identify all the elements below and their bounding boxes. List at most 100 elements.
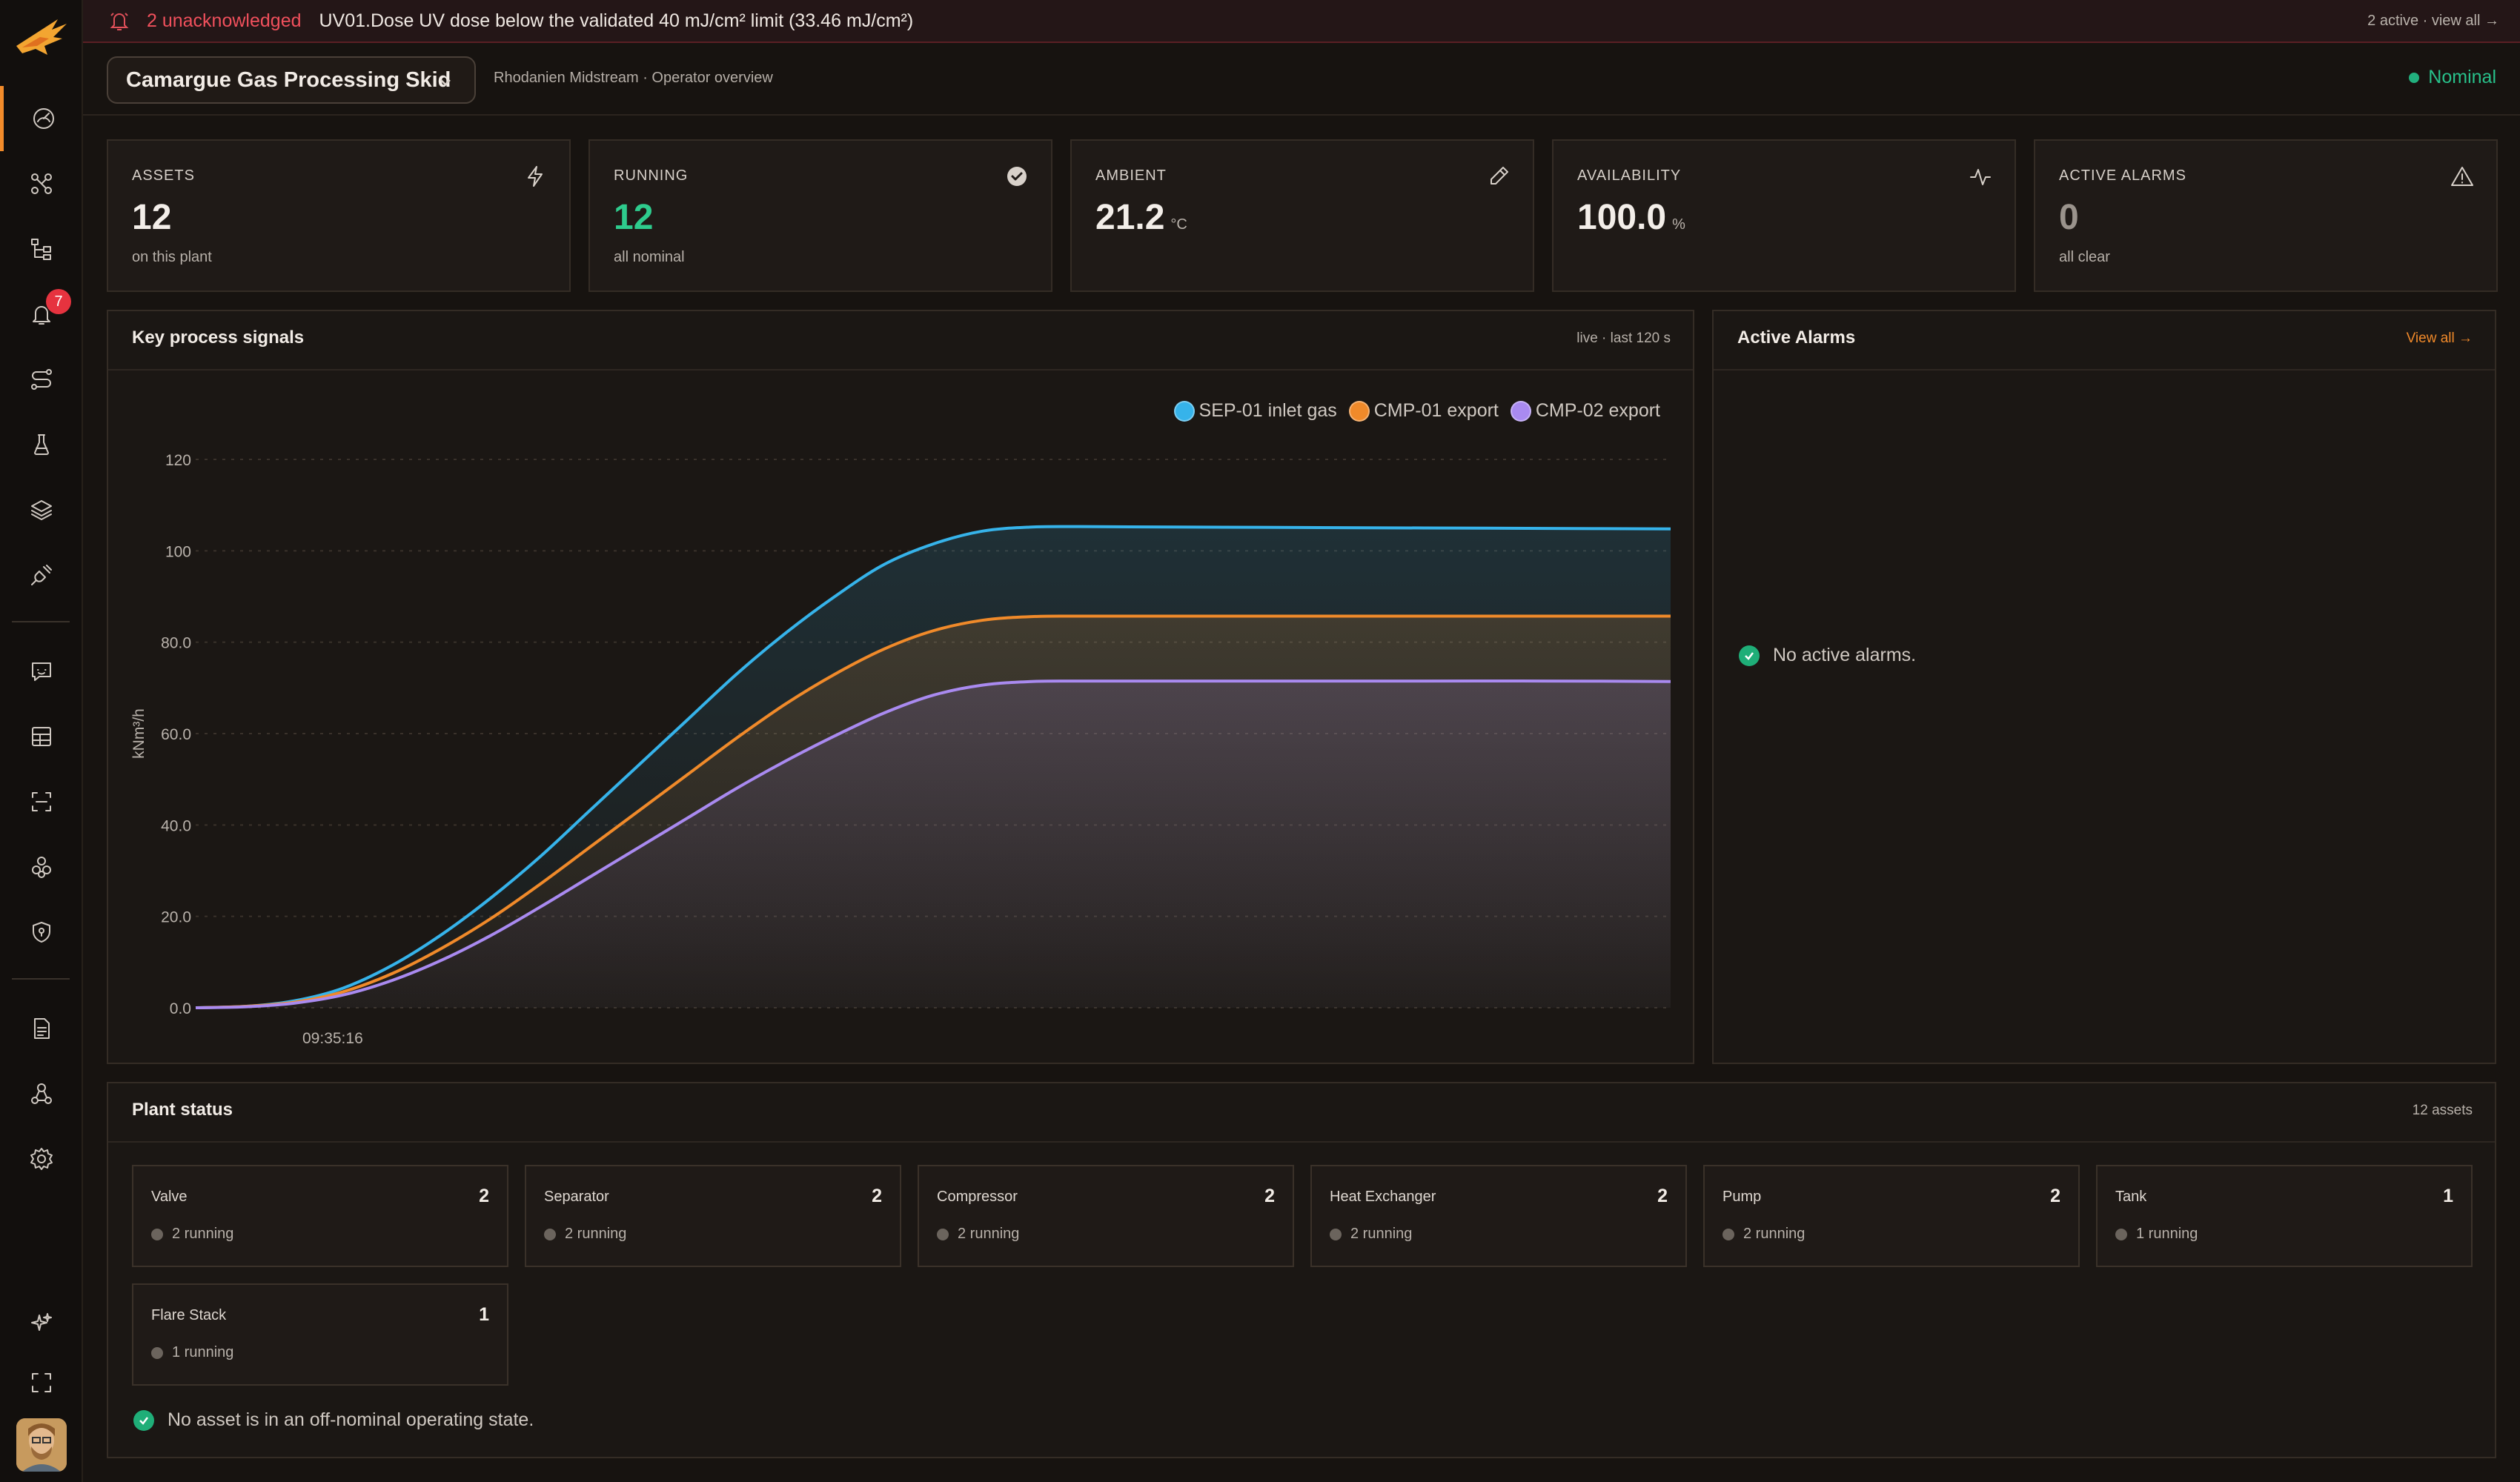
nav-chat[interactable]	[0, 639, 83, 704]
running-text: 2 running	[565, 1226, 627, 1242]
asset-count: 2	[479, 1186, 489, 1206]
nav-settings[interactable]	[0, 1126, 83, 1192]
eagle-logo-icon[interactable]	[15, 16, 68, 59]
panel-title: Active Alarms	[1737, 328, 1856, 348]
kpi-label: AMBIENT	[1095, 167, 1167, 184]
kpi-label: RUNNING	[614, 167, 689, 184]
alarm-banner[interactable]: 2 unacknowledged UV01.Dose UV dose below…	[83, 0, 2520, 43]
running-text: 1 running	[172, 1344, 234, 1360]
grid-icon	[32, 727, 51, 746]
dashboard-icon	[33, 108, 54, 129]
nav-components[interactable]	[0, 834, 83, 900]
nav-documents[interactable]	[0, 996, 83, 1061]
kpi-active-alarms[interactable]: ACTIVE ALARMS 0 all clear	[2034, 139, 2498, 292]
running-text: 2 running	[958, 1226, 1020, 1242]
asset-card-valve[interactable]: Valve 2 2 running	[132, 1165, 508, 1267]
nav-network[interactable]	[0, 1061, 83, 1126]
asset-running: 2 running	[151, 1226, 233, 1243]
asset-running: 2 running	[937, 1226, 1019, 1243]
no-alarms-message: No active alarms.	[1739, 645, 1916, 666]
asset-count: 2	[872, 1186, 882, 1206]
sparkle-icon	[31, 1313, 52, 1331]
settings-icon	[30, 1148, 53, 1170]
asset-card-flare-stack[interactable]: Flare Stack 1 1 running	[132, 1283, 508, 1386]
nav-routes[interactable]	[0, 347, 83, 412]
shield-icon	[33, 922, 50, 943]
fullscreen-icon	[32, 1373, 51, 1392]
nav-assistant[interactable]	[0, 1291, 83, 1356]
running-text: 2 running	[1350, 1226, 1413, 1242]
asset-card-tank[interactable]: Tank 1 1 running	[2096, 1165, 2473, 1267]
status-dot	[1722, 1228, 1734, 1240]
routes-icon	[31, 369, 52, 390]
nav-dashboard[interactable]	[0, 86, 83, 151]
running-text: 1 running	[2136, 1226, 2198, 1242]
check-circle-icon	[1739, 645, 1760, 666]
asset-card-heat-exchanger[interactable]: Heat Exchanger 2 2 running	[1310, 1165, 1687, 1267]
layers-icon	[31, 500, 52, 520]
thermometer-icon	[1487, 165, 1511, 188]
asset-card-pump[interactable]: Pump 2 2 running	[1703, 1165, 2080, 1267]
chat-icon	[32, 662, 51, 681]
kpi-availability[interactable]: AVAILABILITY 100.0%	[1552, 139, 2016, 292]
kpi-footnote: all nominal	[614, 249, 685, 265]
plant-selector[interactable]: Camargue Gas Processing Skid	[107, 56, 476, 104]
nav-fullscreen[interactable]	[0, 1350, 83, 1415]
kpi-assets[interactable]: ASSETS 12 on this plant	[107, 139, 571, 292]
process-signals-panel: Key process signals live · last 120 s SE…	[107, 310, 1694, 1064]
view-all-alarms-link[interactable]: 2 active · view all →	[2367, 13, 2499, 30]
nav-lab[interactable]	[0, 412, 83, 477]
kpi-running[interactable]: RUNNING 12 all nominal	[588, 139, 1052, 292]
unacknowledged-count[interactable]: 2 unacknowledged	[147, 10, 302, 32]
kpi-number: 100.0	[1577, 198, 1667, 237]
nav-topology[interactable]	[0, 151, 83, 216]
running-text: 2 running	[1743, 1226, 1806, 1242]
status-dot	[1330, 1228, 1342, 1240]
view-all-alarms-button[interactable]: View all →	[2407, 330, 2473, 347]
nav-scan[interactable]	[0, 769, 83, 834]
nav-hierarchy[interactable]	[0, 216, 83, 282]
user-avatar[interactable]	[16, 1418, 67, 1472]
y-tick-label: 0.0	[170, 1000, 191, 1017]
y-tick-label: 20.0	[161, 909, 191, 926]
y-tick-label: 80.0	[161, 635, 191, 652]
process-signals-chart[interactable]: 0.0 20.0 40.0 60.0 80.0 100 120 kNm³/h 09:35:16	[108, 311, 1693, 1063]
asset-count: 2	[2050, 1186, 2060, 1206]
asset-name: Tank	[2115, 1189, 2147, 1205]
alarm-bell-icon	[108, 10, 130, 32]
nav-integrations[interactable]	[0, 542, 83, 608]
avatar-portrait-icon	[16, 1418, 67, 1472]
status-dot	[2115, 1228, 2127, 1240]
nav-layers[interactable]	[0, 477, 83, 542]
nav-security[interactable]	[0, 900, 83, 965]
running-text: 2 running	[172, 1226, 234, 1242]
status-dot	[937, 1228, 949, 1240]
panel-title: Plant status	[132, 1100, 233, 1120]
asset-name: Compressor	[937, 1189, 1018, 1205]
nav-alarms[interactable]: 7	[0, 282, 83, 347]
y-tick-label: 60.0	[161, 726, 191, 743]
active-alarms-panel: Active Alarms View all → No active alarm…	[1712, 310, 2496, 1064]
status-dot	[544, 1228, 556, 1240]
alarm-message: UV01.Dose UV dose below the validated 40…	[319, 10, 914, 31]
plant-name: Camargue Gas Processing Skid	[126, 67, 451, 92]
asset-count: 1	[2443, 1186, 2453, 1206]
plant-status-indicator: Nominal	[2409, 67, 2496, 88]
y-tick-label: 120	[165, 452, 191, 469]
kpi-value: 12	[132, 198, 172, 237]
asset-card-separator[interactable]: Separator 2 2 running	[525, 1165, 901, 1267]
kpi-number: 21.2	[1095, 198, 1165, 237]
y-tick-label: 100	[165, 543, 191, 560]
kpi-label: AVAILABILITY	[1577, 167, 1682, 184]
chevron-down-icon	[440, 79, 451, 86]
plant-status-panel: Plant status 12 assets Valve 2 2 running…	[107, 1082, 2496, 1458]
nav-grid[interactable]	[0, 704, 83, 769]
asset-name: Valve	[151, 1189, 188, 1205]
kpi-footnote: on this plant	[132, 249, 212, 265]
asset-running: 1 running	[2115, 1226, 2198, 1243]
topology-icon	[31, 173, 52, 194]
kpi-ambient[interactable]: AMBIENT 21.2 °C	[1070, 139, 1534, 292]
sidebar: 7	[0, 0, 83, 1482]
asset-card-compressor[interactable]: Compressor 2 2 running	[918, 1165, 1294, 1267]
asset-count: 2	[1264, 1186, 1275, 1206]
